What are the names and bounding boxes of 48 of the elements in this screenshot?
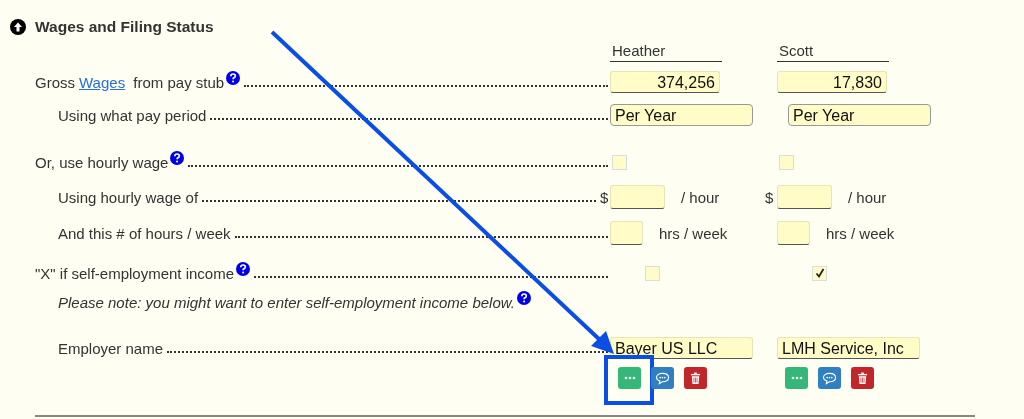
help-icon[interactable] [516,291,531,305]
input-field[interactable]: LMH Service, Inc [777,337,920,359]
field-label: "X" if self-employment income [35,264,235,282]
input-field[interactable]: 374,256 [610,71,720,93]
input-field[interactable] [610,221,643,245]
pay-period-field[interactable]: Per Year [788,104,931,126]
column-header: Heather [610,42,722,62]
speech-bubble-icon [822,371,837,385]
delete-button[interactable] [851,367,874,389]
field-label: Using hourly wage of [58,188,199,206]
wages-link[interactable]: Wages [79,73,126,91]
input-field[interactable] [777,221,810,245]
delete-button[interactable] [684,367,707,389]
unit-label: / hour [681,188,720,206]
field-label: Or, use hourly wage [35,153,169,171]
field-label: Gross Wages from pay stub [35,73,225,91]
column-header: Scott [777,42,889,62]
note-text: Please note: you might want to enter self-employment income below. [58,293,515,311]
currency-sign: $ [765,188,775,206]
ellipsis-icon [623,376,636,380]
input-field[interactable]: Bayer US LLC [610,337,753,359]
section-title: Wages and Filing Status [35,18,214,36]
input-field[interactable] [610,185,665,209]
unit-label: hrs / week [659,224,728,242]
checkbox[interactable] [779,154,794,170]
input-field[interactable] [777,185,832,209]
help-icon[interactable] [226,71,241,85]
checkbox[interactable] [645,265,660,281]
more-button[interactable] [618,367,641,389]
unit-label: / hour [848,188,887,206]
field-label: And this # of hours / week [58,224,231,242]
unit-label: hrs / week [826,224,895,242]
trash-icon [690,371,701,385]
pay-period-field[interactable]: Per Year [610,104,753,126]
help-icon[interactable] [236,262,251,276]
speech-bubble-icon [655,371,670,385]
checkbox[interactable] [612,154,627,170]
field-label: Employer name [58,339,164,357]
more-button[interactable] [785,367,808,389]
input-field[interactable]: 17,830 [777,71,887,93]
comment-button[interactable] [818,367,841,389]
field-label: Using what pay period [58,106,207,124]
help-icon[interactable] [170,151,185,165]
trash-icon [857,371,868,385]
ellipsis-icon [790,376,803,380]
checkbox[interactable] [812,265,827,281]
currency-sign: $ [600,188,610,206]
comment-button[interactable] [651,367,674,389]
